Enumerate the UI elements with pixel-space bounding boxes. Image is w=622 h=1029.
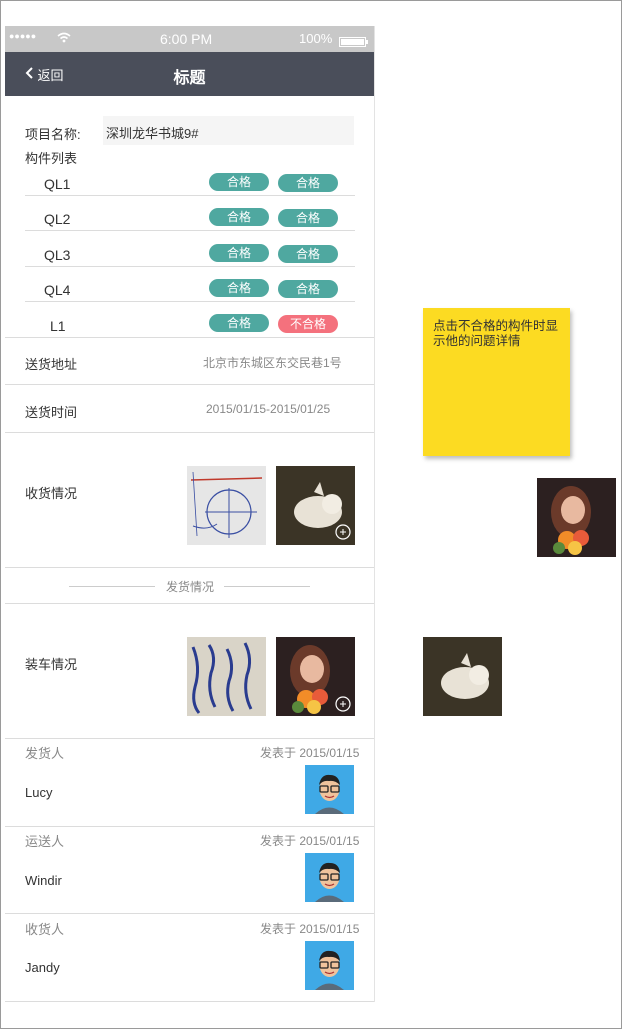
loading-label: 装车情况 xyxy=(25,657,78,672)
phone-right-edge xyxy=(374,26,375,1002)
battery-icon xyxy=(339,35,369,50)
status-badge-pass[interactable]: 合格 xyxy=(278,245,338,263)
page-title: 标题 xyxy=(173,70,206,87)
person-role: 运送人 xyxy=(25,834,65,849)
battery-percent: 100% xyxy=(299,31,333,46)
status-time: 6:00 PM xyxy=(160,31,213,47)
divider-line-left xyxy=(69,586,155,587)
component-name: QL2 xyxy=(44,211,71,227)
status-bar: ●●●●● 6:00 PM 100% xyxy=(5,26,374,52)
status-badge-pass[interactable]: 合格 xyxy=(278,209,338,227)
signal-icon: ●●●●● xyxy=(9,31,37,41)
wifi-icon xyxy=(57,31,71,46)
loading-photo-woman[interactable] xyxy=(276,637,355,716)
project-name-label: 项目名称: xyxy=(25,127,81,142)
row-divider xyxy=(25,230,355,231)
person-name: Jandy xyxy=(25,960,60,975)
row-divider xyxy=(25,195,355,196)
status-badge-pass[interactable]: 合格 xyxy=(278,280,338,298)
status-badge-pass[interactable]: 合格 xyxy=(209,208,269,226)
extra-photo-dog[interactable] xyxy=(423,637,502,716)
section-divider xyxy=(5,432,374,433)
receipt-photo-dog[interactable] xyxy=(276,466,355,545)
section-divider xyxy=(5,337,374,338)
component-name: QL4 xyxy=(44,282,71,298)
status-badge-pass[interactable]: 合格 xyxy=(278,174,338,192)
person-date: 发表于 2015/01/15 xyxy=(260,746,360,760)
row-divider xyxy=(5,1001,374,1002)
component-name: L1 xyxy=(50,318,66,334)
component-list-label: 构件列表 xyxy=(25,151,78,166)
sticky-note-text: 点击不合格的构件时显示他的问题详情 xyxy=(433,319,559,348)
person-name: Lucy xyxy=(25,785,53,800)
row-divider xyxy=(25,266,355,267)
sticky-note: 点击不合格的构件时显示他的问题详情 xyxy=(423,308,570,456)
person-name: Windir xyxy=(25,873,62,888)
section-divider xyxy=(5,567,374,568)
component-name: QL1 xyxy=(44,176,71,192)
divider-line-right xyxy=(224,586,310,587)
section-divider xyxy=(5,738,374,739)
project-name-field[interactable]: 深圳龙华书城9# xyxy=(103,116,354,145)
person-role: 收货人 xyxy=(25,922,65,937)
delivery-time-value: 2015/01/15-2015/01/25 xyxy=(206,402,331,416)
avatar[interactable] xyxy=(305,941,354,990)
loading-photo-handwriting[interactable] xyxy=(187,637,266,716)
row-divider xyxy=(5,913,374,914)
status-badge-pass[interactable]: 合格 xyxy=(209,314,269,332)
status-badge-pass[interactable]: 合格 xyxy=(209,279,269,297)
section-divider xyxy=(5,603,374,604)
section-divider xyxy=(5,384,374,385)
status-badge-pass[interactable]: 合格 xyxy=(209,244,269,262)
extra-photo-woman[interactable] xyxy=(537,478,616,557)
avatar[interactable] xyxy=(305,765,354,814)
status-badge-fail[interactable]: 不合格 xyxy=(278,315,338,333)
nav-bar: 返回 标题 xyxy=(5,52,374,96)
person-date: 发表于 2015/01/15 xyxy=(260,922,360,936)
project-name-value: 深圳龙华书城9# xyxy=(106,126,199,141)
delivery-address-value: 北京市东城区东交民巷1号 xyxy=(203,356,342,370)
person-role: 发货人 xyxy=(25,746,65,761)
row-divider xyxy=(5,826,374,827)
shipping-divider-label: 发货情况 xyxy=(166,580,215,594)
delivery-address-label: 送货地址 xyxy=(25,357,78,372)
row-divider xyxy=(25,301,355,302)
person-date: 发表于 2015/01/15 xyxy=(260,834,360,848)
receipt-label: 收货情况 xyxy=(25,486,78,501)
status-badge-pass[interactable]: 合格 xyxy=(209,173,269,191)
avatar[interactable] xyxy=(305,853,354,902)
component-name: QL3 xyxy=(44,247,71,263)
receipt-photo-sketch[interactable] xyxy=(187,466,266,545)
delivery-time-label: 送货时间 xyxy=(25,405,78,420)
